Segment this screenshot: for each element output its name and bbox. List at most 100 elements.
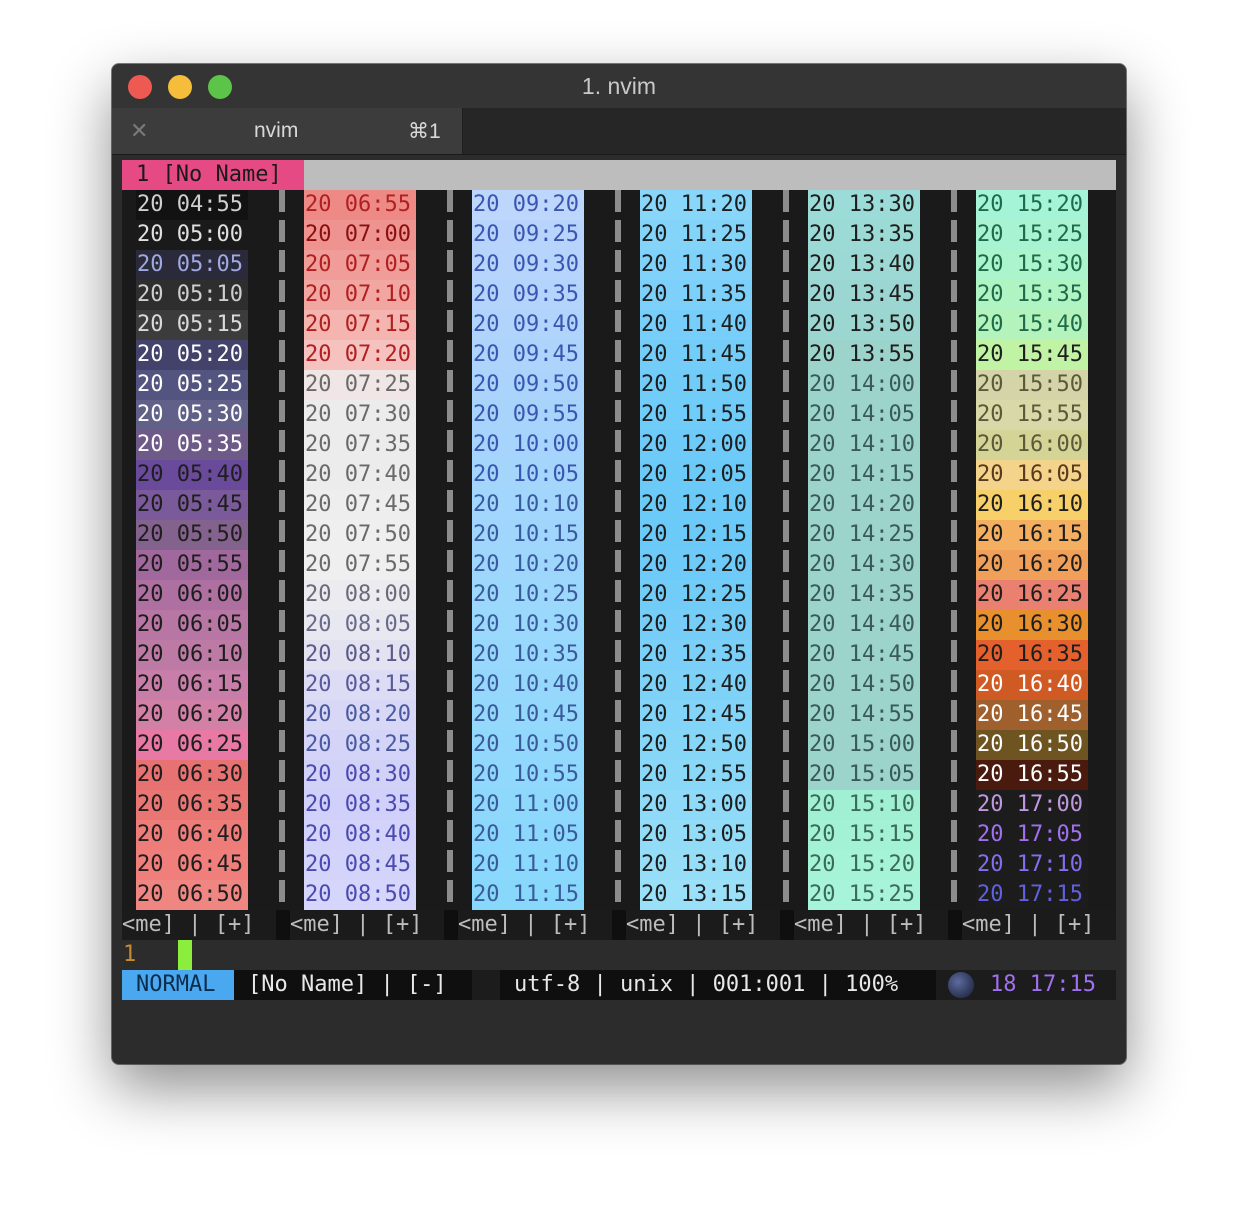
vim-tab-current[interactable]: 1 [No Name] xyxy=(122,160,304,190)
time-entry: 20 17:05 xyxy=(976,820,1088,850)
time-entry: 20 16:25 xyxy=(976,580,1088,610)
time-entry: 20 09:55 xyxy=(472,400,584,430)
time-entry: 20 08:00 xyxy=(304,580,416,610)
time-entry: 20 06:15 xyxy=(136,670,248,700)
pane-status-line[interactable]: <me] | [+] xyxy=(626,910,780,940)
time-entry: 20 13:35 xyxy=(808,220,920,250)
time-entry: 20 16:55 xyxy=(976,760,1088,790)
time-entry: 20 13:15 xyxy=(640,880,752,910)
time-entry: 20 14:30 xyxy=(808,550,920,580)
time-entry: 20 07:40 xyxy=(304,460,416,490)
time-entry: 20 14:00 xyxy=(808,370,920,400)
split-pane-1[interactable]: 20 04:55 20 05:00 20 05:05 20 05:10 20 05:15… xyxy=(136,190,248,910)
vertical-split-separator[interactable] xyxy=(783,190,789,910)
time-entry: 20 16:40 xyxy=(976,670,1088,700)
time-entry: 20 06:55 xyxy=(304,190,416,220)
pane-status-line[interactable]: <me] | [+] xyxy=(962,910,1116,940)
time-entry: 20 15:35 xyxy=(976,280,1088,310)
mode-label: NORMAL xyxy=(136,972,216,997)
time-entry: 20 09:50 xyxy=(472,370,584,400)
time-entry: 20 12:10 xyxy=(640,490,752,520)
time-entry: 20 11:25 xyxy=(640,220,752,250)
time-entry: 20 16:30 xyxy=(976,610,1088,640)
airline-statusbar: NORMAL [No Name] | [-] utf-8 | unix | 00… xyxy=(122,970,1116,1000)
time-entry: 20 10:50 xyxy=(472,730,584,760)
time-entry: 20 13:00 xyxy=(640,790,752,820)
time-entry: 20 17:00 xyxy=(976,790,1088,820)
time-entry: 20 06:25 xyxy=(136,730,248,760)
vim-splits: 20 04:55 20 05:00 20 05:05 20 05:10 20 05:15… xyxy=(122,190,1116,910)
vertical-split-separator[interactable] xyxy=(279,190,285,910)
time-entry: 20 15:05 xyxy=(808,760,920,790)
file-info-label: utf-8 | unix | 001:001 | 100% xyxy=(514,972,899,997)
time-entry: 20 16:00 xyxy=(976,430,1088,460)
time-entry: 20 05:10 xyxy=(136,280,248,310)
time-entry: 20 06:00 xyxy=(136,580,248,610)
split-pane-6[interactable]: 20 15:20 20 15:25 20 15:30 20 15:35 20 15:40… xyxy=(976,190,1088,910)
time-entry: 20 06:10 xyxy=(136,640,248,670)
time-entry: 20 07:45 xyxy=(304,490,416,520)
time-entry: 20 08:45 xyxy=(304,850,416,880)
time-entry: 20 16:50 xyxy=(976,730,1088,760)
time-entry: 20 08:05 xyxy=(304,610,416,640)
time-entry: 20 07:55 xyxy=(304,550,416,580)
text-cursor xyxy=(178,940,192,970)
terminal-content[interactable]: 1 [No Name] 20 04:55 20 05:00 20 05:05 20 0… xyxy=(122,160,1116,1000)
time-entry: 20 10:45 xyxy=(472,700,584,730)
command-line[interactable]: 1 xyxy=(122,940,1116,970)
time-entry: 20 10:35 xyxy=(472,640,584,670)
time-entry: 20 05:45 xyxy=(136,490,248,520)
vertical-split-separator[interactable] xyxy=(951,190,957,910)
time-entry: 20 06:05 xyxy=(136,610,248,640)
time-entry: 20 17:10 xyxy=(976,850,1088,880)
close-tab-icon[interactable]: ✕ xyxy=(130,118,148,144)
vertical-split-separator[interactable] xyxy=(615,190,621,910)
time-entry: 20 08:50 xyxy=(304,880,416,910)
time-entry: 20 11:50 xyxy=(640,370,752,400)
time-entry: 20 15:40 xyxy=(976,310,1088,340)
time-entry: 20 05:00 xyxy=(136,220,248,250)
time-entry: 20 14:50 xyxy=(808,670,920,700)
time-entry: 20 15:55 xyxy=(976,400,1088,430)
time-entry: 20 09:35 xyxy=(472,280,584,310)
time-entry: 20 11:55 xyxy=(640,400,752,430)
time-entry: 20 07:00 xyxy=(304,220,416,250)
time-entry: 20 16:10 xyxy=(976,490,1088,520)
pane-status-line[interactable]: <me] | [+] xyxy=(458,910,612,940)
split-pane-4[interactable]: 20 11:20 20 11:25 20 11:30 20 11:35 20 11:40… xyxy=(640,190,752,910)
time-entry: 20 12:35 xyxy=(640,640,752,670)
time-entry: 20 10:55 xyxy=(472,760,584,790)
time-entry: 20 14:20 xyxy=(808,490,920,520)
time-entry: 20 13:10 xyxy=(640,850,752,880)
pane-status-line[interactable]: <me] | [+] xyxy=(122,910,276,940)
tab-nvim[interactable]: ✕ nvim ⌘1 xyxy=(112,108,463,154)
time-entry: 20 07:50 xyxy=(304,520,416,550)
time-entry: 20 06:30 xyxy=(136,760,248,790)
time-entry: 20 15:20 xyxy=(976,190,1088,220)
time-entry: 20 04:55 xyxy=(136,190,248,220)
split-pane-5[interactable]: 20 13:30 20 13:35 20 13:40 20 13:45 20 13:50… xyxy=(808,190,920,910)
split-pane-3[interactable]: 20 09:20 20 09:25 20 09:30 20 09:35 20 09:40… xyxy=(472,190,584,910)
time-entry: 20 07:05 xyxy=(304,250,416,280)
time-entry: 20 05:05 xyxy=(136,250,248,280)
time-entry: 20 15:25 xyxy=(808,880,920,910)
time-entry: 20 10:25 xyxy=(472,580,584,610)
split-pane-2[interactable]: 20 06:55 20 07:00 20 07:05 20 07:10 20 07:15… xyxy=(304,190,416,910)
time-entry: 20 15:10 xyxy=(808,790,920,820)
time-entry: 20 05:30 xyxy=(136,400,248,430)
time-entry: 20 10:20 xyxy=(472,550,584,580)
time-entry: 20 05:20 xyxy=(136,340,248,370)
pane-status-line[interactable]: <me] | [+] xyxy=(290,910,444,940)
vertical-split-separator[interactable] xyxy=(447,190,453,910)
time-entry: 20 13:05 xyxy=(640,820,752,850)
time-entry: 20 09:45 xyxy=(472,340,584,370)
time-entry: 20 06:35 xyxy=(136,790,248,820)
time-entry: 20 13:45 xyxy=(808,280,920,310)
file-info-segment: utf-8 | unix | 001:001 | 100% xyxy=(500,970,936,1000)
time-entry: 20 07:15 xyxy=(304,310,416,340)
time-entry: 20 12:00 xyxy=(640,430,752,460)
time-entry: 20 09:20 xyxy=(472,190,584,220)
time-entry: 20 12:30 xyxy=(640,610,752,640)
time-entry: 20 13:40 xyxy=(808,250,920,280)
pane-status-line[interactable]: <me] | [+] xyxy=(794,910,948,940)
